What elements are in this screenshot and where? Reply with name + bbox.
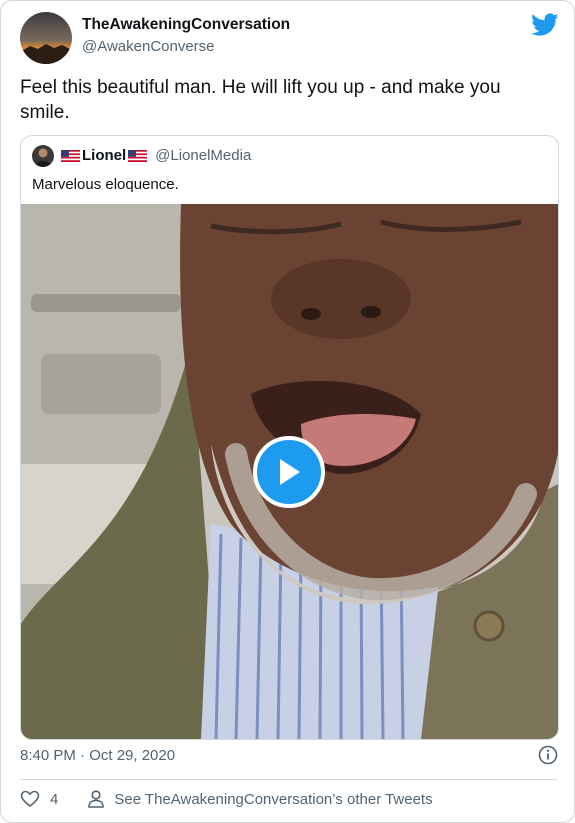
tweet-actions: 4 See TheAwakeningConversation’s other T… <box>20 789 433 809</box>
tweet-timestamp[interactable]: 8:40 PM · Oct 29, 2020 <box>20 747 175 764</box>
quoted-tweet[interactable]: Lionel @LionelMedia Marvelous eloquence. <box>20 135 559 740</box>
quoted-handle[interactable]: @LionelMedia <box>155 147 251 164</box>
divider <box>20 779 557 780</box>
info-icon[interactable] <box>538 745 558 765</box>
author-display-name[interactable]: TheAwakeningConversation <box>82 16 290 34</box>
us-flag-icon <box>61 149 80 162</box>
play-button[interactable] <box>253 436 325 508</box>
author-avatar[interactable] <box>20 12 72 64</box>
quoted-display-name[interactable]: Lionel <box>82 147 126 164</box>
tweet-text: Feel this beautiful man. He will lift yo… <box>20 77 501 123</box>
quoted-author-avatar[interactable] <box>32 145 54 167</box>
video-thumbnail[interactable] <box>21 204 558 739</box>
us-flag-icon <box>128 149 148 162</box>
author-handle[interactable]: @AwakenConverse <box>82 38 215 55</box>
quoted-author-row: Lionel @LionelMedia <box>59 147 251 164</box>
person-icon[interactable] <box>86 789 106 809</box>
quoted-tweet-text: Marvelous eloquence. <box>32 176 179 193</box>
play-icon <box>280 459 300 485</box>
twitter-bird-icon[interactable] <box>531 13 559 37</box>
heart-icon[interactable] <box>20 789 40 809</box>
tweet-embed-card: TheAwakeningConversation @AwakenConverse… <box>0 0 575 823</box>
other-tweets-link[interactable]: See TheAwakeningConversation’s other Twe… <box>114 791 432 808</box>
like-count[interactable]: 4 <box>50 791 58 808</box>
